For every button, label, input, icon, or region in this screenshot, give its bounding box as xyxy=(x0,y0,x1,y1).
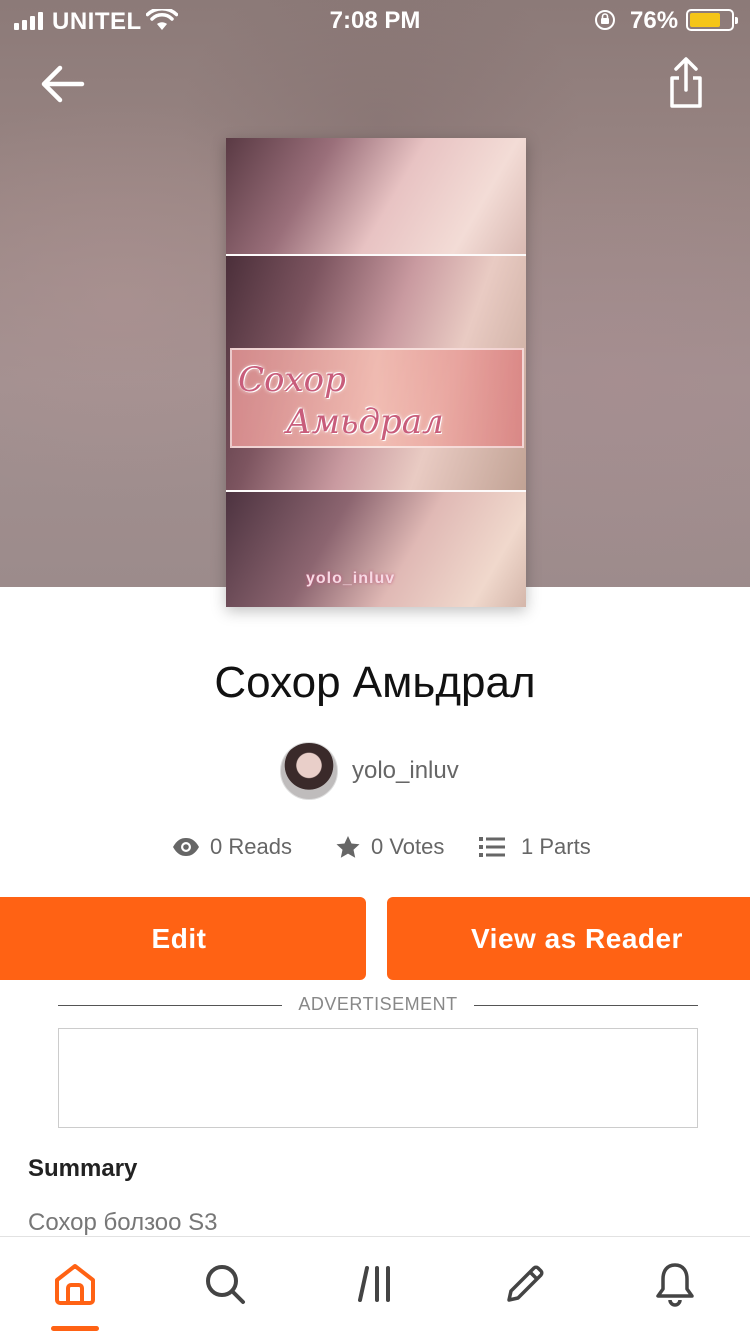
star-icon xyxy=(336,836,360,858)
story-title: Сохор Амьдрал xyxy=(214,658,536,707)
rotation-lock-icon xyxy=(595,10,615,30)
votes-count: 0 Votes xyxy=(371,834,445,859)
divider-line xyxy=(474,1005,698,1006)
cover-title-line: Сохор xyxy=(238,360,346,400)
reads-count: 0 Reads xyxy=(210,834,292,859)
parts-stat: 1 Parts xyxy=(479,834,591,860)
reads-stat: 0 Reads xyxy=(172,834,292,860)
list-icon xyxy=(479,837,505,857)
cover-image-strip xyxy=(226,492,526,607)
battery-level xyxy=(690,13,720,27)
summary-heading: Summary xyxy=(28,1155,138,1182)
tab-search[interactable] xyxy=(200,1259,250,1309)
bell-icon xyxy=(656,1263,694,1307)
avatar[interactable] xyxy=(280,742,338,800)
eye-icon xyxy=(173,838,199,856)
battery-icon xyxy=(686,9,738,31)
library-icon xyxy=(358,1266,390,1302)
edit-button[interactable]: Edit xyxy=(0,897,366,980)
tab-bar xyxy=(0,1236,750,1334)
status-bar: UNITEL 7:08 PM 76% xyxy=(0,0,750,40)
tab-write[interactable] xyxy=(500,1259,550,1309)
search-icon xyxy=(206,1265,245,1304)
arrow-left-icon[interactable] xyxy=(38,60,88,110)
parts-count: 1 Parts xyxy=(521,834,591,859)
active-tab-indicator xyxy=(51,1326,99,1331)
story-stats: 0 Reads 0 Votes 1 Parts xyxy=(0,830,750,870)
cover-title-line: Амьдрал xyxy=(286,402,444,442)
share-icon[interactable] xyxy=(664,56,708,112)
cover-author-mark: yolo_inluv xyxy=(306,570,396,587)
home-icon xyxy=(55,1264,95,1305)
author-link[interactable]: yolo_inluv xyxy=(280,741,459,801)
battery-percent: 76% xyxy=(630,7,679,34)
tab-notifications[interactable] xyxy=(650,1259,700,1309)
story-cover[interactable]: Сохор Амьдрал yolo_inluv xyxy=(226,138,526,607)
votes-stat: 0 Votes xyxy=(335,834,444,860)
cover-image-strip xyxy=(226,138,526,254)
advertisement-slot[interactable] xyxy=(58,1028,698,1128)
author-name[interactable]: yolo_inluv xyxy=(352,757,459,785)
advertisement-divider: ADVERTISEMENT xyxy=(58,992,698,1020)
summary-text: Сохор болзоо S3 xyxy=(28,1209,218,1236)
tab-library[interactable] xyxy=(352,1259,402,1309)
view-as-reader-button[interactable]: View as Reader xyxy=(387,897,750,980)
tab-home[interactable] xyxy=(50,1259,100,1309)
pencil-icon xyxy=(507,1265,544,1302)
